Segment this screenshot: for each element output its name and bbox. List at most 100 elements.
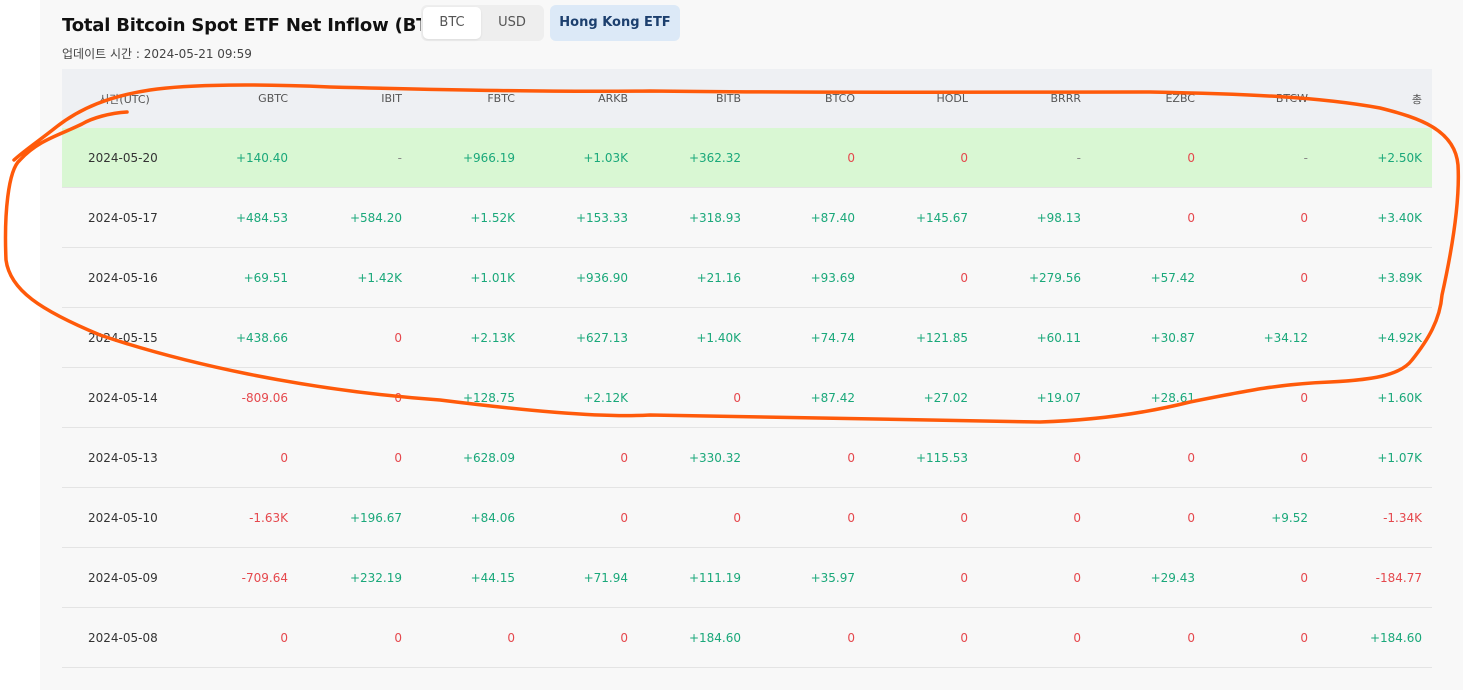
value-cell: 0 bbox=[751, 128, 865, 188]
value-cell: 0 bbox=[1205, 547, 1318, 608]
value-cell: +1.42K bbox=[298, 247, 412, 308]
value-cell: +362.32 bbox=[638, 128, 751, 188]
value-cell: - bbox=[298, 128, 412, 188]
update-time: 업데이트 시간 : 2024-05-21 09:59 bbox=[62, 47, 252, 61]
value-cell: +3.40K bbox=[1318, 187, 1432, 248]
value-cell: +21.16 bbox=[638, 247, 751, 308]
value-cell: 0 bbox=[865, 607, 978, 668]
value-cell: +27.02 bbox=[865, 367, 978, 428]
table-row: 2024-05-15 +438.66 0 +2.13K +627.13 +1.40K +74… bbox=[62, 307, 1432, 368]
value-cell: 0 bbox=[865, 128, 978, 188]
date-cell: 2024-05-20 bbox=[62, 128, 187, 188]
column-header-11: 총 bbox=[1318, 69, 1432, 128]
etf-flow-table: 시간(UTC) GBTC IBIT FBTC ARKB BITB BTCO HODL BRRR E… bbox=[62, 69, 1432, 668]
table-row: 2024-05-10 -1.63K +196.67 +84.06 0 0 0 0 0 0 +9.52… bbox=[62, 487, 1432, 548]
column-header-6: BTCO bbox=[751, 69, 865, 128]
value-cell: +1.40K bbox=[638, 307, 751, 368]
value-cell: 0 bbox=[638, 487, 751, 548]
date-cell: 2024-05-15 bbox=[62, 307, 187, 368]
unit-toggle: BTC USD bbox=[421, 5, 544, 41]
date-cell: 2024-05-14 bbox=[62, 367, 187, 428]
value-cell: +111.19 bbox=[638, 547, 751, 608]
value-cell: +28.61 bbox=[1091, 367, 1205, 428]
hong-kong-etf-button[interactable]: Hong Kong ETF bbox=[550, 5, 680, 41]
value-cell: +232.19 bbox=[298, 547, 412, 608]
value-cell: +153.33 bbox=[525, 187, 638, 248]
date-cell: 2024-05-08 bbox=[62, 607, 187, 668]
column-header-1: GBTC bbox=[187, 69, 298, 128]
value-cell: 0 bbox=[751, 487, 865, 548]
value-cell: +1.52K bbox=[412, 187, 525, 248]
value-cell: - bbox=[1205, 128, 1318, 188]
value-cell: +628.09 bbox=[412, 427, 525, 488]
value-cell: +330.32 bbox=[638, 427, 751, 488]
value-cell: 0 bbox=[525, 487, 638, 548]
value-cell: +128.75 bbox=[412, 367, 525, 428]
value-cell: -1.63K bbox=[187, 487, 298, 548]
value-cell: +184.60 bbox=[638, 607, 751, 668]
date-cell: 2024-05-13 bbox=[62, 427, 187, 488]
value-cell: 0 bbox=[1205, 607, 1318, 668]
btc-toggle-button[interactable]: BTC bbox=[423, 7, 481, 39]
value-cell: +3.89K bbox=[1318, 247, 1432, 308]
value-cell: +98.13 bbox=[978, 187, 1091, 248]
date-cell: 2024-05-09 bbox=[62, 547, 187, 608]
value-cell: +30.87 bbox=[1091, 307, 1205, 368]
column-header-8: BRRR bbox=[978, 69, 1091, 128]
value-cell: +584.20 bbox=[298, 187, 412, 248]
table-body: 2024-05-20 +140.40- +966.19 +1.03K +362.32 0 0… bbox=[62, 128, 1432, 668]
value-cell: 0 bbox=[1205, 247, 1318, 308]
value-cell: 0 bbox=[1091, 487, 1205, 548]
column-header-5: BITB bbox=[638, 69, 751, 128]
column-header-3: FBTC bbox=[412, 69, 525, 128]
table-row: 2024-05-08 0 0 0 0 +184.60 0 0 0 0 0 +184.60 bbox=[62, 607, 1432, 668]
value-cell: 0 bbox=[1091, 128, 1205, 188]
value-cell: 0 bbox=[978, 547, 1091, 608]
value-cell: 0 bbox=[298, 307, 412, 368]
value-cell: +93.69 bbox=[751, 247, 865, 308]
value-cell: 0 bbox=[525, 427, 638, 488]
value-cell: 0 bbox=[1205, 187, 1318, 248]
value-cell: 0 bbox=[751, 607, 865, 668]
value-cell: +121.85 bbox=[865, 307, 978, 368]
value-cell: +57.42 bbox=[1091, 247, 1205, 308]
value-cell: +2.12K bbox=[525, 367, 638, 428]
value-cell: +71.94 bbox=[525, 547, 638, 608]
value-cell: +196.67 bbox=[298, 487, 412, 548]
value-cell: +60.11 bbox=[978, 307, 1091, 368]
value-cell: +936.90 bbox=[525, 247, 638, 308]
value-cell: -1.34K bbox=[1318, 487, 1432, 548]
value-cell: +1.01K bbox=[412, 247, 525, 308]
value-cell: +29.43 bbox=[1091, 547, 1205, 608]
value-cell: +87.40 bbox=[751, 187, 865, 248]
value-cell: +74.74 bbox=[751, 307, 865, 368]
value-cell: 0 bbox=[298, 607, 412, 668]
value-cell: +115.53 bbox=[865, 427, 978, 488]
column-header-9: EZBC bbox=[1091, 69, 1205, 128]
table-row: 2024-05-16 +69.51 +1.42K +1.01K +936.90 +21.1… bbox=[62, 247, 1432, 308]
table-row: 2024-05-20 +140.40- +966.19 +1.03K +362.32 0 0… bbox=[62, 128, 1432, 188]
value-cell: +2.50K bbox=[1318, 128, 1432, 188]
usd-toggle-button[interactable]: USD bbox=[483, 5, 541, 41]
value-cell: +145.67 bbox=[865, 187, 978, 248]
value-cell: 0 bbox=[751, 427, 865, 488]
column-header-4: ARKB bbox=[525, 69, 638, 128]
value-cell: 0 bbox=[1091, 607, 1205, 668]
value-cell: 0 bbox=[1205, 427, 1318, 488]
value-cell: +1.03K bbox=[525, 128, 638, 188]
value-cell: +1.07K bbox=[1318, 427, 1432, 488]
value-cell: -184.77 bbox=[1318, 547, 1432, 608]
date-cell: 2024-05-16 bbox=[62, 247, 187, 308]
value-cell: -809.06 bbox=[187, 367, 298, 428]
value-cell: +966.19 bbox=[412, 128, 525, 188]
value-cell: 0 bbox=[865, 247, 978, 308]
value-cell: +279.56 bbox=[978, 247, 1091, 308]
value-cell: 0 bbox=[978, 487, 1091, 548]
value-cell: 0 bbox=[638, 367, 751, 428]
page-title: Total Bitcoin Spot ETF Net Inflow (BTC) bbox=[62, 15, 450, 36]
value-cell: -709.64 bbox=[187, 547, 298, 608]
value-cell: +34.12 bbox=[1205, 307, 1318, 368]
value-cell: 0 bbox=[865, 547, 978, 608]
value-cell: 0 bbox=[298, 427, 412, 488]
value-cell: +4.92K bbox=[1318, 307, 1432, 368]
